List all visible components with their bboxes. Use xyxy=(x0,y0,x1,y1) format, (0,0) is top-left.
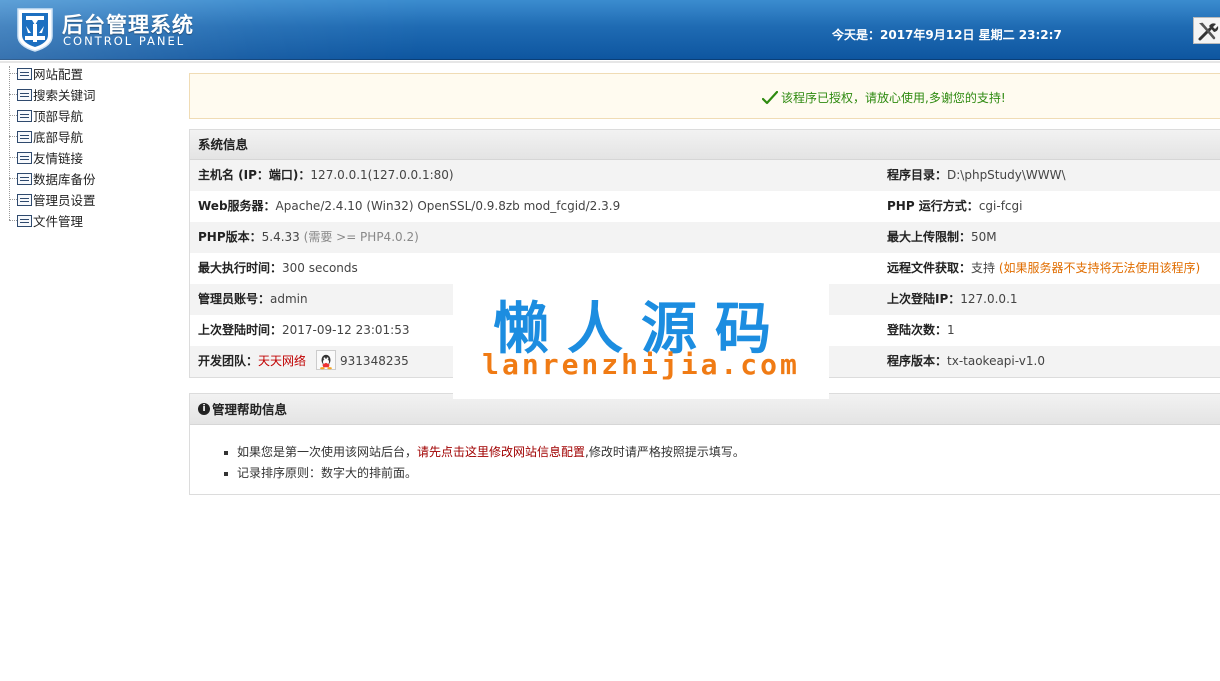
host-label: 主机名 (IP：端口)： xyxy=(198,168,311,182)
page-icon xyxy=(17,151,32,164)
info-row: Web服务器：Apache/2.4.10 (Win32) OpenSSL/0.9… xyxy=(190,191,1220,222)
sidebar-item-site-config[interactable]: 网站配置 xyxy=(9,63,83,84)
page-icon xyxy=(17,193,32,206)
info-icon: i xyxy=(198,403,210,415)
page-icon xyxy=(17,88,32,101)
remote-fetch-note: (如果服务器不支持将无法使用该程序) xyxy=(998,261,1201,275)
sidebar-item-label: 管理员设置 xyxy=(33,193,96,208)
watermark-overlay: 懒人源码 lanrenzhijia.com xyxy=(453,282,829,399)
page-icon xyxy=(17,67,32,80)
remote-fetch-label: 远程文件获取： xyxy=(887,261,972,275)
help-item: 记录排序原则：数字大的排前面。 xyxy=(223,463,1220,484)
sidebar-item-bottom-nav[interactable]: 底部导航 xyxy=(9,126,83,147)
sidebar-item-file-manager[interactable]: 文件管理 xyxy=(9,210,83,231)
program-version-value: tx-taokeapi-v1.0 xyxy=(947,354,1045,368)
host-value: 127.0.0.1(127.0.0.1:80) xyxy=(310,168,454,182)
help-item-text: 如果您是第一次使用该网站后台， xyxy=(237,445,418,459)
panel-title: 系统信息 xyxy=(190,130,1220,160)
sidebar-item-db-backup[interactable]: 数据库备份 xyxy=(9,168,96,189)
php-version-note: (需要 >= PHP4.0.2) xyxy=(303,230,419,244)
web-server-label: Web服务器： xyxy=(198,199,276,213)
sidebar-item-friend-links[interactable]: 友情链接 xyxy=(9,147,83,168)
sidebar-item-label: 底部导航 xyxy=(33,130,84,145)
last-login-ip-label: 上次登陆IP： xyxy=(887,292,961,306)
app-subtitle: CONTROL PANEL xyxy=(63,34,186,48)
admin-account-value: admin xyxy=(270,292,308,306)
license-notice: 该程序已授权，请放心使用,多谢您的支持! xyxy=(189,73,1220,119)
sidebar-item-admin-settings[interactable]: 管理员设置 xyxy=(9,189,96,210)
page-icon xyxy=(17,109,32,122)
help-panel: i 管理帮助信息 如果您是第一次使用该网站后台，请先点击这里修改网站信息配置,修… xyxy=(189,393,1220,495)
help-list: 如果您是第一次使用该网站后台，请先点击这里修改网站信息配置,修改时请严格按照提示… xyxy=(190,425,1220,484)
page-icon xyxy=(17,172,32,185)
info-row: 主机名 (IP：端口)：127.0.0.1(127.0.0.1:80) 程序目录… xyxy=(190,160,1220,191)
sidebar-item-label: 网站配置 xyxy=(33,67,84,82)
sidebar-item-label: 顶部导航 xyxy=(33,109,84,124)
program-dir-value: D:\phpStudy\WWW\ xyxy=(947,168,1066,182)
tools-icon xyxy=(1198,22,1219,41)
dev-team-label: 开发团队： xyxy=(198,354,259,368)
help-title: 管理帮助信息 xyxy=(212,401,288,417)
sidebar-item-label: 数据库备份 xyxy=(33,172,96,187)
current-date: 今天是：2017年9月12日 星期二 23:2:7 xyxy=(832,28,1062,42)
last-login-time-label: 上次登陆时间： xyxy=(198,323,283,337)
php-version-value: 5.4.33 xyxy=(261,230,300,244)
program-dir-label: 程序目录： xyxy=(887,168,948,182)
login-count-value: 1 xyxy=(947,323,955,337)
check-icon xyxy=(762,90,778,104)
php-mode-value: cgi-fcgi xyxy=(978,199,1023,213)
dev-team-link[interactable]: 天天网络 xyxy=(258,354,306,368)
notice-message: 该程序已授权，请放心使用,多谢您的支持! xyxy=(762,89,1006,106)
tools-button[interactable] xyxy=(1193,17,1220,44)
upload-limit-value: 50M xyxy=(971,230,997,244)
info-row: PHP版本：5.4.33 (需要 >= PHP4.0.2) 最大上传限制：50M xyxy=(190,222,1220,253)
web-server-value: Apache/2.4.10 (Win32) OpenSSL/0.9.8zb mo… xyxy=(275,199,621,213)
remote-fetch-value: 支持 xyxy=(971,261,996,275)
qq-icon[interactable] xyxy=(316,349,337,370)
qq-number: 931348235 xyxy=(340,354,409,368)
help-item-text: 记录排序原则：数字大的排前面。 xyxy=(237,466,418,480)
sidebar-item-label: 友情链接 xyxy=(33,151,84,166)
sidebar-tree: 网站配置 搜索关键词 顶部导航 底部导航 友情链接 数据库备份 管理员设置 文件… xyxy=(0,62,185,242)
sidebar-item-label: 搜索关键词 xyxy=(33,88,96,103)
sidebar-item-top-nav[interactable]: 顶部导航 xyxy=(9,105,83,126)
logo-icon xyxy=(17,8,53,52)
sidebar-item-keywords[interactable]: 搜索关键词 xyxy=(9,84,96,105)
notice-text: 该程序已授权，请放心使用,多谢您的支持! xyxy=(781,91,1006,105)
info-row: 最大执行时间：300 seconds 远程文件获取：支持 (如果服务器不支持将无… xyxy=(190,253,1220,284)
admin-account-label: 管理员账号： xyxy=(198,292,271,306)
help-item-suffix: ,修改时请严格按照提示填写。 xyxy=(585,445,745,459)
help-item: 如果您是第一次使用该网站后台，请先点击这里修改网站信息配置,修改时请严格按照提示… xyxy=(223,442,1220,463)
last-login-ip-value: 127.0.0.1 xyxy=(960,292,1018,306)
sidebar-item-label: 文件管理 xyxy=(33,214,84,229)
page-icon xyxy=(17,214,32,227)
max-exec-label: 最大执行时间： xyxy=(198,261,283,275)
last-login-time-value: 2017-09-12 23:01:53 xyxy=(282,323,410,337)
php-mode-label: PHP 运行方式： xyxy=(887,199,979,213)
program-version-label: 程序版本： xyxy=(887,354,948,368)
php-version-label: PHP版本： xyxy=(198,230,262,244)
max-exec-value: 300 seconds xyxy=(282,261,358,275)
upload-limit-label: 最大上传限制： xyxy=(887,230,972,244)
edit-site-config-link[interactable]: 请先点击这里修改网站信息配置 xyxy=(417,445,585,459)
top-header: 后台管理系统 CONTROL PANEL 今天是：2017年9月12日 星期二 … xyxy=(0,0,1220,60)
page-icon xyxy=(17,130,32,143)
watermark-en: lanrenzhijia.com xyxy=(482,348,800,381)
login-count-label: 登陆次数： xyxy=(887,323,948,337)
